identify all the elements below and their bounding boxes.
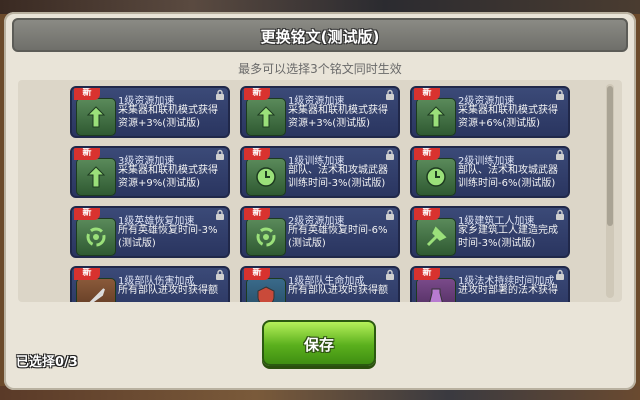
scrollbar-thumb[interactable] — [607, 86, 613, 226]
recycle-icon — [76, 218, 116, 256]
card-description: 采集器和联机模式获得资源+6%(测试版) — [458, 105, 558, 129]
new-badge: 新 — [74, 148, 100, 160]
lock-icon — [386, 269, 394, 280]
inscription-card[interactable]: 新 2级资源加速 所有英雄恢复时间-6%(测试版) — [240, 206, 400, 258]
inscription-card[interactable]: 新 1级资源加速 采集器和联机模式获得资源+3%(测试版) — [70, 86, 230, 138]
inscription-card[interactable]: 新 1级部队伤害加成 所有部队进攻时获得额 — [70, 266, 230, 302]
arrows-up-icon — [246, 98, 286, 136]
card-description: 家乡建筑工人建造完成时间-3%(测试版) — [458, 225, 558, 249]
lock-icon — [386, 209, 394, 220]
new-badge: 新 — [414, 208, 440, 220]
lock-icon — [216, 269, 224, 280]
inscription-card[interactable]: 新 1级部队生命加成 所有部队进攻时获得额 — [240, 266, 400, 302]
card-description: 所有部队进攻时获得额 — [288, 285, 388, 296]
lock-icon — [556, 269, 564, 280]
shield-icon — [246, 278, 286, 302]
card-description: 采集器和联机模式获得资源+9%(测试版) — [118, 165, 218, 189]
title-bar: 更换铭文(测试版) — [12, 18, 628, 52]
lock-icon — [386, 89, 394, 100]
lock-icon — [216, 89, 224, 100]
inscription-card[interactable]: 新 1级资源加速 采集器和联机模式获得资源+3%(测试版) — [240, 86, 400, 138]
inscription-card[interactable]: 新 2级资源加速 采集器和联机模式获得资源+6%(测试版) — [410, 86, 570, 138]
new-badge: 新 — [74, 268, 100, 280]
inscription-card[interactable]: 新 1级训练加速 部队、法术和攻城武器训练时间-3%(测试版) — [240, 146, 400, 198]
inscription-list[interactable]: 新 1级资源加速 采集器和联机模式获得资源+3%(测试版) 新 1级资源加速 采… — [18, 80, 622, 302]
new-badge: 新 — [74, 208, 100, 220]
new-badge: 新 — [244, 148, 270, 160]
new-badge: 新 — [244, 88, 270, 100]
clock-icon — [416, 158, 456, 196]
lock-icon — [556, 209, 564, 220]
card-description: 所有英雄恢复时间-6%(测试版) — [288, 225, 388, 249]
spell-icon — [416, 278, 456, 302]
recycle-icon — [246, 218, 286, 256]
new-badge: 新 — [414, 148, 440, 160]
sword-icon — [76, 278, 116, 302]
new-badge: 新 — [244, 268, 270, 280]
lock-icon — [386, 149, 394, 160]
card-description: 所有部队进攻时获得额 — [118, 285, 218, 296]
arrows-up-icon — [416, 98, 456, 136]
inscription-card[interactable]: 新 3级资源加速 采集器和联机模式获得资源+9%(测试版) — [70, 146, 230, 198]
new-badge: 新 — [244, 208, 270, 220]
card-description: 部队、法术和攻城武器训练时间-6%(测试版) — [458, 165, 558, 189]
lock-icon — [216, 209, 224, 220]
builder-icon — [416, 218, 456, 256]
lock-icon — [556, 89, 564, 100]
panel-subtitle: 最多可以选择3个铭文同时生效 — [238, 62, 402, 76]
panel-title: 更换铭文(测试版) — [260, 28, 380, 46]
new-badge: 新 — [414, 88, 440, 100]
inscription-card[interactable]: 新 1级英雄恢复加速 所有英雄恢复时间-3%(测试版) — [70, 206, 230, 258]
arrows-up-icon — [76, 98, 116, 136]
new-badge: 新 — [414, 268, 440, 280]
inscription-card[interactable]: 新 1级建筑工人加速 家乡建筑工人建造完成时间-3%(测试版) — [410, 206, 570, 258]
new-badge: 新 — [74, 88, 100, 100]
selection-count: 已选择0/3 — [16, 355, 78, 370]
clock-icon — [246, 158, 286, 196]
card-description: 进攻时部署的法术获得 — [458, 285, 558, 296]
save-button[interactable]: 保存 — [262, 320, 376, 366]
arrows-up-icon — [76, 158, 116, 196]
card-description: 部队、法术和攻城武器训练时间-3%(测试版) — [288, 165, 388, 189]
card-description: 所有英雄恢复时间-3%(测试版) — [118, 225, 218, 249]
card-description: 采集器和联机模式获得资源+3%(测试版) — [118, 105, 218, 129]
card-description: 采集器和联机模式获得资源+3%(测试版) — [288, 105, 388, 129]
inscription-card[interactable]: 新 2级训练加速 部队、法术和攻城武器训练时间-6%(测试版) — [410, 146, 570, 198]
inscription-card[interactable]: 新 1级法术持续时间加成 进攻时部署的法术获得 — [410, 266, 570, 302]
lock-icon — [556, 149, 564, 160]
save-button-label: 保存 — [303, 336, 334, 354]
lock-icon — [216, 149, 224, 160]
